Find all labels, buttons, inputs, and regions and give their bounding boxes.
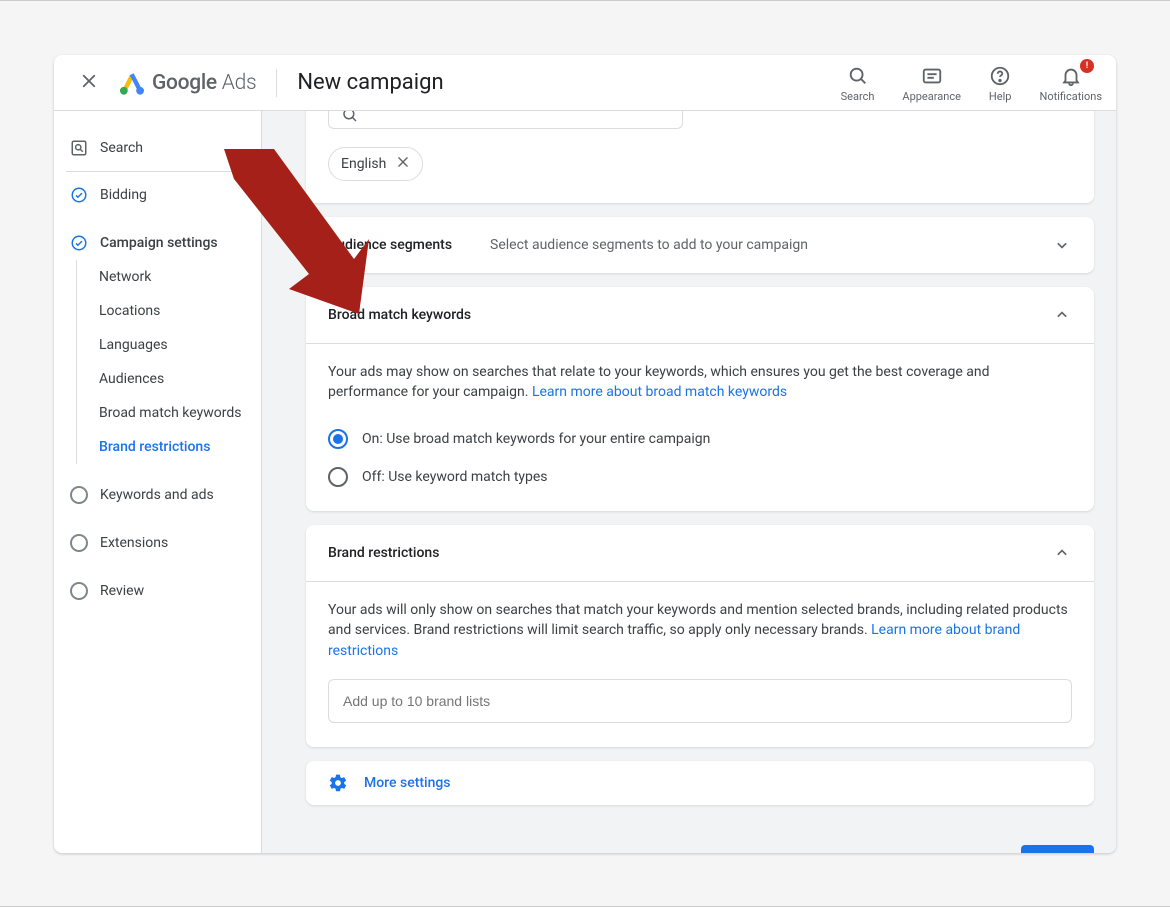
sidebar-campaign-settings-label: Campaign settings (100, 235, 218, 251)
chip-label: English (341, 156, 386, 172)
chevron-up-icon (1052, 305, 1072, 325)
sidebar-subnav: Network Locations Languages Audiences Br… (76, 260, 249, 464)
divider (66, 171, 249, 172)
search-square-icon (70, 139, 88, 157)
brand-restrictions-card: Brand restrictions Your ads will only sh… (306, 525, 1094, 747)
gear-icon (328, 773, 348, 793)
sidebar-item-keywords-ads[interactable]: Keywords and ads (66, 478, 249, 512)
topbar: Google Ads New campaign Search Appearanc… (54, 55, 1116, 111)
chevron-up-icon (1052, 543, 1072, 563)
more-settings-button[interactable]: More settings (306, 761, 1094, 805)
sidebar-search-label: Search (100, 140, 143, 156)
sidebar-item-languages[interactable]: Languages (77, 328, 249, 362)
brand-text: Google Ads (152, 71, 256, 95)
brand-restrictions-body: Your ads will only show on searches that… (306, 581, 1094, 747)
sidebar: Search Bidding Campaign settings Network… (54, 111, 262, 853)
audience-title: Audience segments (328, 237, 452, 253)
broad-match-title: Broad match keywords (328, 307, 471, 323)
page-title: New campaign (297, 70, 443, 95)
search-icon (847, 65, 869, 87)
sidebar-item-locations[interactable]: Locations (77, 294, 249, 328)
sidebar-review-label: Review (100, 583, 144, 599)
radio-on-label: On: Use broad match keywords for your en… (362, 429, 710, 449)
language-search-partial[interactable] (328, 111, 683, 129)
help-label: Help (989, 90, 1012, 103)
next-button[interactable]: Next (1021, 845, 1094, 853)
help-action[interactable]: Help (989, 63, 1012, 103)
brand-thin: Ads (222, 71, 257, 95)
check-circle-icon (70, 186, 88, 204)
more-settings-card: More settings (306, 761, 1094, 805)
circle-icon (70, 486, 88, 504)
chevron-down-icon (1052, 235, 1072, 255)
languages-card-partial: English (306, 111, 1094, 203)
radio-broad-off[interactable]: Off: Use keyword match types (328, 467, 1072, 487)
logo: Google Ads (118, 71, 256, 95)
close-icon[interactable] (74, 66, 104, 100)
divider (276, 69, 277, 97)
topbar-actions: Search Appearance Help ! Notifications (841, 63, 1102, 103)
brand-bold: Google (152, 71, 217, 95)
circle-icon (70, 582, 88, 600)
more-settings-label: More settings (364, 775, 451, 791)
language-chip-english[interactable]: English (328, 147, 423, 181)
sidebar-item-brand-restrictions[interactable]: Brand restrictions (77, 430, 249, 464)
search-icon (341, 111, 359, 124)
sidebar-item-broad-match[interactable]: Broad match keywords (77, 396, 249, 430)
sidebar-extensions-label: Extensions (100, 535, 168, 551)
sidebar-item-network[interactable]: Network (77, 260, 249, 294)
sidebar-item-review[interactable]: Review (66, 574, 249, 608)
main-content: English Audience segments Select audienc… (262, 111, 1116, 853)
broad-match-learn-more-link[interactable]: Learn more about broad match keywords (532, 384, 787, 400)
radio-broad-on[interactable]: On: Use broad match keywords for your en… (328, 429, 1072, 449)
radio-off-label: Off: Use keyword match types (362, 467, 548, 487)
google-ads-logo-icon (118, 71, 144, 95)
broad-match-card: Broad match keywords Your ads may show o… (306, 287, 1094, 511)
bell-icon (1060, 65, 1082, 87)
circle-icon (70, 534, 88, 552)
check-circle-icon (70, 234, 88, 252)
footer: Next (306, 845, 1094, 853)
appearance-icon (921, 65, 943, 87)
audience-segments-card: Audience segments Select audience segmen… (306, 217, 1094, 273)
sidebar-item-search[interactable]: Search (66, 131, 249, 165)
sidebar-item-campaign-settings[interactable]: Campaign settings (66, 226, 249, 260)
notifications-action[interactable]: ! Notifications (1039, 63, 1102, 103)
notifications-label: Notifications (1039, 90, 1102, 103)
radio-icon (328, 467, 348, 487)
audience-hint: Select audience segments to add to your … (490, 237, 808, 253)
brand-lists-input[interactable] (328, 679, 1072, 723)
sidebar-item-audiences[interactable]: Audiences (77, 362, 249, 396)
brand-restrictions-title: Brand restrictions (328, 545, 439, 561)
sidebar-keywords-ads-label: Keywords and ads (100, 487, 214, 503)
sidebar-item-bidding[interactable]: Bidding (66, 178, 249, 212)
chip-remove-icon[interactable] (396, 155, 410, 173)
appearance-label: Appearance (902, 90, 961, 103)
sidebar-bidding-label: Bidding (100, 187, 147, 203)
broad-match-header[interactable]: Broad match keywords (306, 287, 1094, 343)
search-action[interactable]: Search (841, 63, 875, 103)
sidebar-item-extensions[interactable]: Extensions (66, 526, 249, 560)
brand-restrictions-header[interactable]: Brand restrictions (306, 525, 1094, 581)
radio-icon (328, 429, 348, 449)
help-icon (989, 65, 1011, 87)
app-window: Google Ads New campaign Search Appearanc… (54, 55, 1116, 853)
body: Search Bidding Campaign settings Network… (54, 111, 1116, 853)
appearance-action[interactable]: Appearance (902, 63, 961, 103)
topbar-left: Google Ads New campaign (74, 66, 444, 100)
notification-badge: ! (1080, 59, 1094, 73)
audience-card-header[interactable]: Audience segments Select audience segmen… (306, 217, 1094, 273)
search-label: Search (841, 90, 875, 103)
broad-match-body: Your ads may show on searches that relat… (306, 343, 1094, 511)
